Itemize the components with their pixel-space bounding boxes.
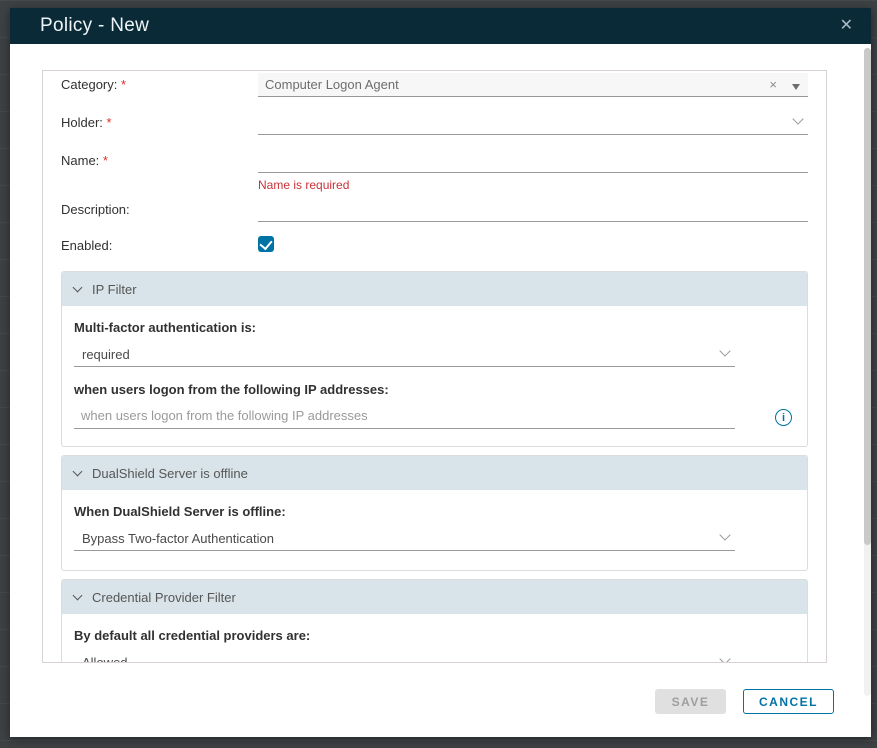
name-label-text: Name: <box>61 153 99 168</box>
default-providers-label: By default all credential providers are: <box>74 628 795 643</box>
description-field <box>258 198 808 222</box>
accordion-title: DualShield Server is offline <box>92 466 248 481</box>
modal-body: Category: * Computer Logon Agent × Holde… <box>10 44 871 737</box>
holder-select[interactable] <box>258 111 808 135</box>
accordion-body-ip-filter: Multi-factor authentication is: required… <box>62 306 807 446</box>
mfa-select[interactable]: required <box>74 343 735 367</box>
category-combobox[interactable]: Computer Logon Agent × <box>258 73 808 97</box>
name-row: Name: * Name is required <box>61 149 808 192</box>
required-marker: * <box>107 115 112 130</box>
required-marker: * <box>121 77 126 92</box>
offline-behavior-select-value: Bypass Two-factor Authentication <box>82 531 274 546</box>
policy-form-panel: Category: * Computer Logon Agent × Holde… <box>42 70 827 663</box>
enabled-label: Enabled: <box>61 238 258 253</box>
description-input[interactable] <box>258 198 808 220</box>
accordion-body-dualshield-offline: When DualShield Server is offline: Bypas… <box>62 490 807 570</box>
cancel-button[interactable]: CANCEL <box>743 689 834 714</box>
section-ip-filter: IP Filter Multi-factor authentication is… <box>61 271 808 447</box>
offline-behavior-label: When DualShield Server is offline: <box>74 504 795 519</box>
offline-behavior-select[interactable]: Bypass Two-factor Authentication <box>74 527 735 551</box>
accordion-body-credential-provider-filter: By default all credential providers are:… <box>62 614 807 663</box>
info-icon[interactable]: i <box>775 409 792 426</box>
ip-addresses-input[interactable] <box>74 405 735 427</box>
accordion-header-credential-provider-filter[interactable]: Credential Provider Filter <box>62 580 807 614</box>
holder-label-text: Holder: <box>61 115 103 130</box>
required-marker: * <box>103 153 108 168</box>
category-label-text: Category: <box>61 77 117 92</box>
modal-footer: SAVE CANCEL <box>655 689 834 714</box>
policy-new-modal: Policy - New ✕ Category: * Computer Logo… <box>10 8 871 737</box>
chevron-down-icon <box>719 345 730 356</box>
chevron-down-icon <box>73 591 83 601</box>
category-label: Category: * <box>61 77 258 97</box>
chevron-down-icon <box>73 467 83 477</box>
chevron-down-icon <box>719 653 730 663</box>
name-field <box>258 149 808 173</box>
default-providers-select-value: Allowed <box>82 655 128 663</box>
accordion-header-ip-filter[interactable]: IP Filter <box>62 272 807 306</box>
info-icon-glyph: i <box>782 412 785 424</box>
default-providers-select[interactable]: Allowed <box>74 651 735 663</box>
accordion-title: Credential Provider Filter <box>92 590 236 605</box>
description-row: Description: <box>61 198 808 222</box>
modal-header: Policy - New ✕ <box>10 8 871 44</box>
holder-label: Holder: * <box>61 115 258 135</box>
clear-icon[interactable]: × <box>769 77 777 92</box>
name-label: Name: * <box>61 153 258 192</box>
modal-title: Policy - New <box>40 15 149 37</box>
accordion-title: IP Filter <box>92 282 137 297</box>
accordion-header-dualshield-offline[interactable]: DualShield Server is offline <box>62 456 807 490</box>
save-button[interactable]: SAVE <box>655 689 726 714</box>
ip-addresses-field <box>74 405 735 429</box>
modal-scrollbar[interactable] <box>864 48 871 696</box>
enabled-row: Enabled: <box>61 236 808 255</box>
mfa-label: Multi-factor authentication is: <box>74 320 795 335</box>
caret-down-icon[interactable] <box>792 84 800 90</box>
chevron-down-icon <box>719 529 730 540</box>
description-label: Description: <box>61 202 258 222</box>
ip-addresses-label: when users logon from the following IP a… <box>74 382 795 397</box>
chevron-down-icon <box>792 113 803 124</box>
name-error-text: Name is required <box>258 178 808 192</box>
enabled-checkbox[interactable] <box>258 236 274 252</box>
category-row: Category: * Computer Logon Agent × <box>61 73 808 97</box>
section-dualshield-offline: DualShield Server is offline When DualSh… <box>61 455 808 571</box>
chevron-down-icon <box>73 283 83 293</box>
name-input[interactable] <box>258 149 808 171</box>
close-icon[interactable]: ✕ <box>840 18 853 34</box>
mfa-select-value: required <box>82 347 130 362</box>
section-credential-provider-filter: Credential Provider Filter By default al… <box>61 579 808 663</box>
scrollbar-thumb[interactable] <box>864 48 871 545</box>
category-value: Computer Logon Agent <box>265 77 769 92</box>
holder-row: Holder: * <box>61 111 808 135</box>
